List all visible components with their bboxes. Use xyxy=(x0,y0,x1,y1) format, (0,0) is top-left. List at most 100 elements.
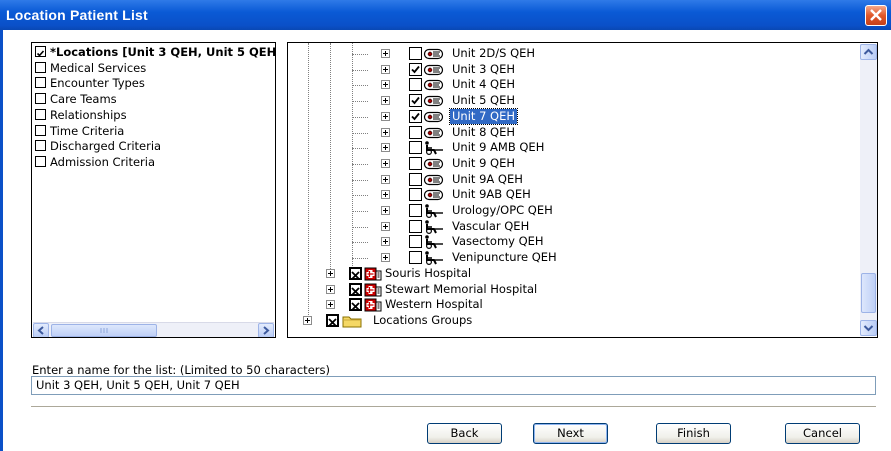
unit-checkbox[interactable] xyxy=(409,141,422,154)
checkmark-icon xyxy=(36,50,45,57)
tree-connector xyxy=(352,101,368,102)
vertical-scrollbar[interactable] xyxy=(860,44,877,336)
criteria-list: *Locations [Unit 3 QEH, Unit 5 QEH, Unit… xyxy=(31,42,276,338)
scroll-right-button[interactable] xyxy=(258,323,274,337)
tree-item-unit[interactable]: Unit 9 AMB QEH xyxy=(288,140,848,156)
horizontal-scroll-thumb[interactable] xyxy=(51,324,157,337)
ambulatory-wheelchair-icon xyxy=(425,141,443,156)
criteria-checkbox[interactable] xyxy=(35,46,46,57)
tree-item-unit[interactable]: Vascular QEH xyxy=(288,219,848,235)
unit-checkbox[interactable] xyxy=(409,94,422,107)
unit-checkbox[interactable] xyxy=(409,78,422,91)
hospital-checkbox[interactable] xyxy=(349,298,362,311)
nursing-unit-icon xyxy=(423,189,444,201)
ambulatory-wheelchair-icon xyxy=(425,220,443,235)
criteria-checkbox[interactable] xyxy=(35,77,46,89)
hospital-icon xyxy=(363,298,383,312)
expand-icon[interactable] xyxy=(326,285,335,294)
tree-item-hospital[interactable]: Western Hospital xyxy=(288,297,848,313)
nursing-unit-icon xyxy=(423,48,444,60)
unit-checkbox[interactable] xyxy=(409,251,422,264)
criteria-checkbox[interactable] xyxy=(35,108,46,120)
unit-checkbox[interactable] xyxy=(409,188,422,201)
divider xyxy=(31,406,876,408)
expand-icon[interactable] xyxy=(381,175,390,184)
criteria-checkbox[interactable] xyxy=(35,155,46,167)
expand-icon[interactable] xyxy=(326,300,335,309)
criteria-checkbox[interactable] xyxy=(35,61,46,73)
unit-checkbox[interactable] xyxy=(409,157,422,170)
expand-icon[interactable] xyxy=(381,112,390,121)
expand-icon[interactable] xyxy=(381,65,390,74)
hospital-checkbox[interactable] xyxy=(349,267,362,280)
expand-icon[interactable] xyxy=(381,222,390,231)
tree-item-unit[interactable]: Unit 9A QEH xyxy=(288,172,848,188)
expand-icon[interactable] xyxy=(381,190,390,199)
nursing-unit-icon xyxy=(423,157,444,171)
hospital-icon xyxy=(363,283,383,297)
tree-item-unit[interactable]: Unit 8 QEH xyxy=(288,125,848,141)
expand-icon[interactable] xyxy=(381,143,390,152)
tree-item-label: Unit 9AB QEH xyxy=(452,187,531,201)
expand-icon[interactable] xyxy=(303,316,312,325)
arrow-left-icon xyxy=(37,326,44,335)
unit-checkbox[interactable] xyxy=(409,47,422,60)
tree-item-group[interactable]: Locations Groups xyxy=(288,313,848,329)
scroll-up-button[interactable] xyxy=(860,44,877,60)
group-checkbox[interactable] xyxy=(326,314,339,327)
tree-item-unit[interactable]: Unit 5 QEH xyxy=(288,93,848,109)
horizontal-scrollbar[interactable] xyxy=(33,322,274,337)
cancel-button[interactable]: Cancel xyxy=(785,423,860,444)
tree-item-unit[interactable]: Unit 2D/S QEH xyxy=(288,46,848,62)
unit-checkbox[interactable] xyxy=(409,204,422,217)
title-bar: Location Patient List xyxy=(0,0,891,30)
unit-checkbox[interactable] xyxy=(409,220,422,233)
tree-item-hospital[interactable]: Souris Hospital xyxy=(288,266,848,282)
tree-item-unit[interactable]: Urology/OPC QEH xyxy=(288,203,848,219)
unit-checkbox[interactable] xyxy=(409,173,422,186)
tree-item-label: Unit 4 QEH xyxy=(452,77,516,91)
tree-connector xyxy=(352,133,368,134)
ambulatory-wheelchair-icon xyxy=(423,141,443,156)
back-button[interactable]: Back xyxy=(427,423,502,444)
tree-item-unit[interactable]: Unit 4 QEH xyxy=(288,77,848,93)
tree-item-unit[interactable]: Vasectomy QEH xyxy=(288,234,848,250)
expand-icon[interactable] xyxy=(381,96,390,105)
scroll-down-button[interactable] xyxy=(860,320,877,336)
unit-checkbox[interactable] xyxy=(409,235,422,248)
tree-item-unit[interactable]: Unit 9AB QEH xyxy=(288,187,848,203)
expand-icon[interactable] xyxy=(381,237,390,246)
expand-icon[interactable] xyxy=(326,269,335,278)
tree-item-label: Unit 7 QEH xyxy=(448,108,519,125)
criteria-checkbox[interactable] xyxy=(35,140,46,152)
list-name-input[interactable]: Unit 3 QEH, Unit 5 QEH, Unit 7 QEH xyxy=(31,376,876,395)
list-name-label: Enter a name for the list: (Limited to 5… xyxy=(32,363,330,377)
tree-item-unit[interactable]: Unit 3 QEH xyxy=(288,62,848,78)
expand-icon[interactable] xyxy=(381,206,390,215)
criteria-label: Admission Criteria xyxy=(50,154,156,169)
tree-item-label: Urology/OPC QEH xyxy=(452,203,553,217)
expand-icon[interactable] xyxy=(381,80,390,89)
finish-button[interactable]: Finish xyxy=(656,423,731,444)
scroll-left-button[interactable] xyxy=(33,323,49,337)
expand-icon[interactable] xyxy=(381,253,390,262)
expand-icon[interactable] xyxy=(381,49,390,58)
tree-item-hospital[interactable]: Stewart Memorial Hospital xyxy=(288,282,848,298)
ambulatory-wheelchair-icon xyxy=(425,235,443,250)
criteria-checkbox[interactable] xyxy=(35,124,46,136)
vertical-scroll-thumb[interactable] xyxy=(861,273,876,313)
ambulatory-wheelchair-icon xyxy=(423,235,443,250)
unit-checkbox[interactable] xyxy=(409,63,422,76)
expand-icon[interactable] xyxy=(381,159,390,168)
next-button[interactable]: Next xyxy=(533,423,608,444)
expand-icon[interactable] xyxy=(381,128,390,137)
unit-checkbox[interactable] xyxy=(409,126,422,139)
tree-item-label: Unit 3 QEH xyxy=(452,62,516,76)
close-button[interactable] xyxy=(865,5,887,26)
hospital-checkbox[interactable] xyxy=(349,283,362,296)
tree-item-unit[interactable]: Unit 7 QEH xyxy=(288,108,848,125)
criteria-checkbox[interactable] xyxy=(35,93,46,105)
unit-checkbox[interactable] xyxy=(409,110,422,123)
tree-item-unit[interactable]: Unit 9 QEH xyxy=(288,156,848,172)
tree-item-unit[interactable]: Venipuncture QEH xyxy=(288,250,848,266)
